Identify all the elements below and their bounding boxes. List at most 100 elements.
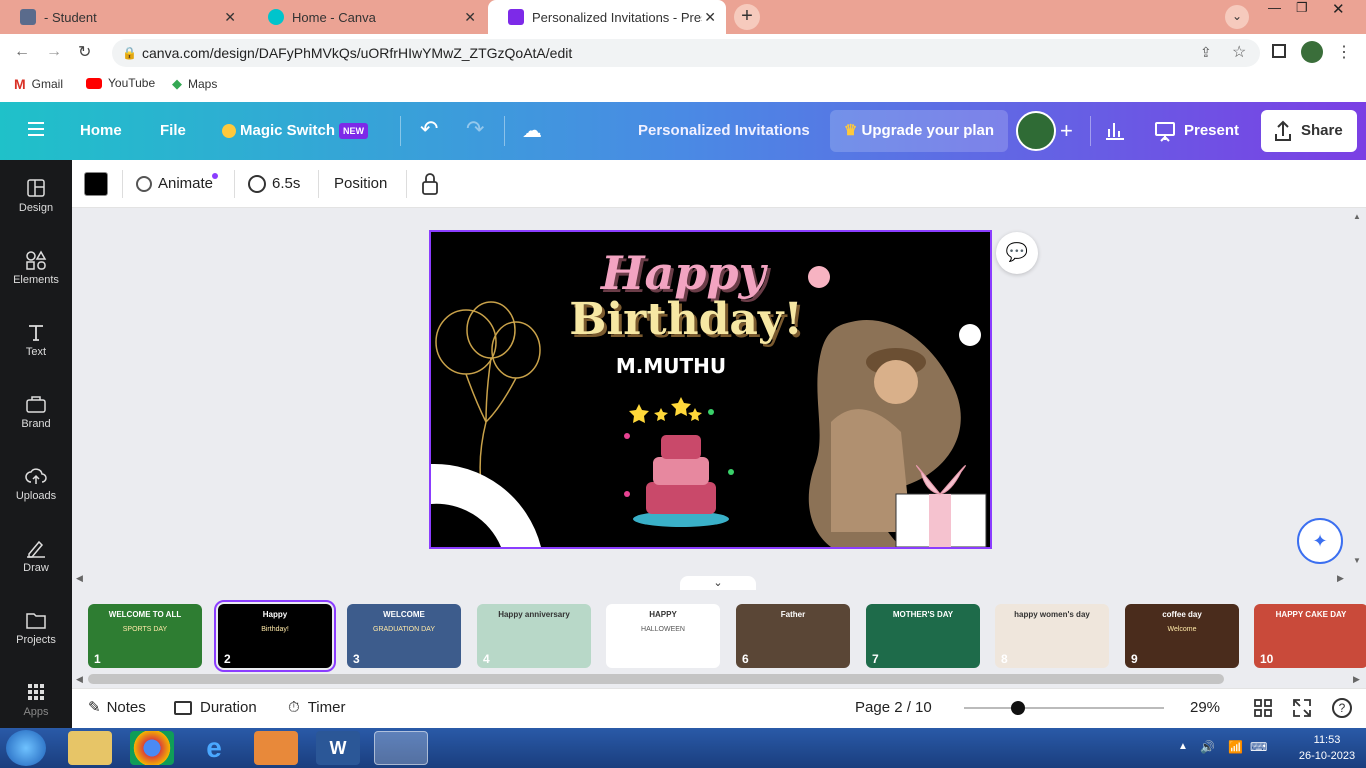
internet-explorer-icon[interactable]: e [192,731,236,765]
user-avatar[interactable] [1016,111,1056,151]
duration-value: 6.5s [272,175,301,192]
duration-button[interactable]: 6.5s [248,160,300,208]
sidebar-item-draw[interactable]: Draw [0,538,72,574]
new-tab-button[interactable]: + [734,4,760,30]
scroll-left-icon[interactable]: ◀ [76,573,83,584]
page-thumbnail[interactable]: HAPPY CAKE DAY 10 [1254,604,1366,668]
minimize-icon[interactable]: — [1268,0,1281,20]
birthday-heading[interactable]: Birthday! [566,294,806,345]
happy-heading[interactable]: Happy [601,246,765,300]
scroll-up-icon[interactable]: ▲ [1353,212,1361,221]
close-tab-icon[interactable]: ✕ [224,9,236,26]
tab-student[interactable]: - Student ✕ [0,0,246,34]
thumbnail-title: WELCOME TO ALL [108,610,182,619]
profile-avatar[interactable] [1301,41,1323,63]
page-thumbnail[interactable]: WELCOME TO ALL SPORTS DAY 1 [88,604,202,668]
sidebar-item-design[interactable]: Design [0,178,72,214]
animate-button[interactable]: Animate [136,160,218,208]
tab-home-canva[interactable]: Home - Canva ✕ [248,0,486,34]
restore-icon[interactable]: ❐ [1296,0,1308,20]
page-thumbnail[interactable]: HAPPY HALLOWEEN 5 [606,604,720,668]
page-thumbnail[interactable]: WELCOME GRADUATION DAY 3 [347,604,461,668]
cloud-saved-icon[interactable]: ☁ [522,118,542,143]
page-number: 9 [1131,652,1138,666]
page-thumbnail[interactable]: coffee day Welcome 9 [1125,604,1239,668]
zoom-slider-handle[interactable] [1011,701,1025,715]
sidebar-item-text[interactable]: Text [0,322,72,358]
system-clock[interactable]: 11:53 26-10-2023 [1292,732,1362,764]
tray-arrow-icon[interactable]: ▲ [1178,741,1188,752]
design-title[interactable]: Personalized Invitations [638,102,810,160]
chrome-icon[interactable] [130,731,174,765]
redo-icon[interactable]: ↷ [466,116,484,142]
name-text[interactable]: M.MUTHU [611,354,731,378]
design-page[interactable]: Happy Birthday! M.MUTHU [429,230,992,549]
scroll-right-icon[interactable]: ▶ [1353,674,1360,685]
back-icon[interactable]: ← [14,43,30,61]
share-button[interactable]: Share [1261,110,1357,152]
reload-icon[interactable]: ↻ [78,42,91,62]
start-button-icon[interactable] [6,730,46,766]
url-input[interactable]: 🔒 canva.com/design/DAFyPhMVkQs/uORfrHIwY… [112,39,1260,67]
present-button[interactable]: Present [1144,110,1254,152]
bookmark-gmail[interactable]: M Gmail [14,76,63,92]
forward-icon[interactable]: → [46,43,62,61]
bookmark-label: YouTube [108,76,156,90]
close-tab-icon[interactable]: ✕ [464,9,476,26]
zoom-level[interactable]: 29% [1190,688,1220,728]
scroll-left-icon[interactable]: ◀ [76,674,83,685]
scroll-down-icon[interactable]: ▼ [1353,556,1361,565]
upgrade-plan-button[interactable]: ♛ Upgrade your plan [830,110,1008,152]
sidebar-item-uploads[interactable]: Uploads [0,466,72,502]
zoom-slider[interactable] [964,707,1164,709]
scroll-right-icon[interactable]: ▶ [1337,573,1344,584]
duration-footer-button[interactable]: Duration [174,688,257,728]
volume-icon[interactable]: 🔊 [1200,740,1215,754]
analytics-icon[interactable] [1104,120,1126,140]
side-panel-icon[interactable] [1272,44,1286,58]
sidebar-item-brand[interactable]: Brand [0,394,72,430]
network-icon[interactable]: 📶 [1228,740,1243,754]
page-indicator[interactable]: Page 2 / 10 [855,688,932,728]
bookmark-youtube[interactable]: YouTube [86,76,155,90]
color-swatch-button[interactable] [84,172,108,196]
share-page-icon[interactable]: ⇪ [1200,44,1212,61]
media-player-icon[interactable] [254,731,298,765]
add-collaborator-icon[interactable]: + [1060,118,1073,144]
file-explorer-icon[interactable] [68,731,112,765]
collapse-pages-icon[interactable]: ⌄ [680,576,756,590]
magic-switch-button[interactable]: Magic Switch NEW [222,102,369,160]
page-thumbnail[interactable]: Happy anniversary 4 [477,604,591,668]
page-thumbnail[interactable]: MOTHER'S DAY 7 [866,604,980,668]
close-tab-icon[interactable]: ✕ [704,9,716,26]
tab-personalized-invitations[interactable]: Personalized Invitations - Present ✕ [488,0,726,34]
undo-icon[interactable]: ↶ [420,116,438,142]
sidebar-item-projects[interactable]: Projects [0,610,72,646]
chrome-active-taskbar-icon[interactable] [374,731,428,765]
sidebar-item-apps[interactable]: Apps [0,682,72,718]
bookmark-star-icon[interactable]: ☆ [1232,42,1246,62]
notes-button[interactable]: ✎ Notes [88,688,146,728]
timer-button[interactable]: ⏱ Timer [288,688,345,728]
page-thumbnail[interactable]: Happy Birthday! 2 [214,600,336,672]
sidebar-item-elements[interactable]: Elements [0,250,72,286]
bookmark-maps[interactable]: ◆ Maps [172,76,217,92]
page-thumbnail[interactable]: Father 6 [736,604,850,668]
lock-icon[interactable] [420,172,440,201]
help-icon[interactable]: ? [1332,698,1352,718]
filmstrip-scrollbar[interactable] [88,674,1224,684]
browser-menu-icon[interactable]: ⋮ [1336,42,1352,62]
hamburger-menu-icon[interactable] [28,122,44,136]
word-icon[interactable]: W [316,731,360,765]
language-icon[interactable]: ⌨ [1250,740,1267,754]
position-button[interactable]: Position [334,160,387,208]
add-comment-icon[interactable]: 💬 [996,232,1038,274]
home-button[interactable]: Home [80,102,122,160]
grid-view-icon[interactable] [1254,699,1272,722]
close-window-icon[interactable]: ✕ [1332,0,1345,20]
tab-search-icon[interactable]: ⌄ [1225,5,1249,29]
file-menu-button[interactable]: File [160,102,186,160]
page-thumbnail[interactable]: happy women's day 8 [995,604,1109,668]
fullscreen-icon[interactable] [1293,699,1311,722]
magic-assistant-icon[interactable]: ✦ [1297,518,1343,564]
